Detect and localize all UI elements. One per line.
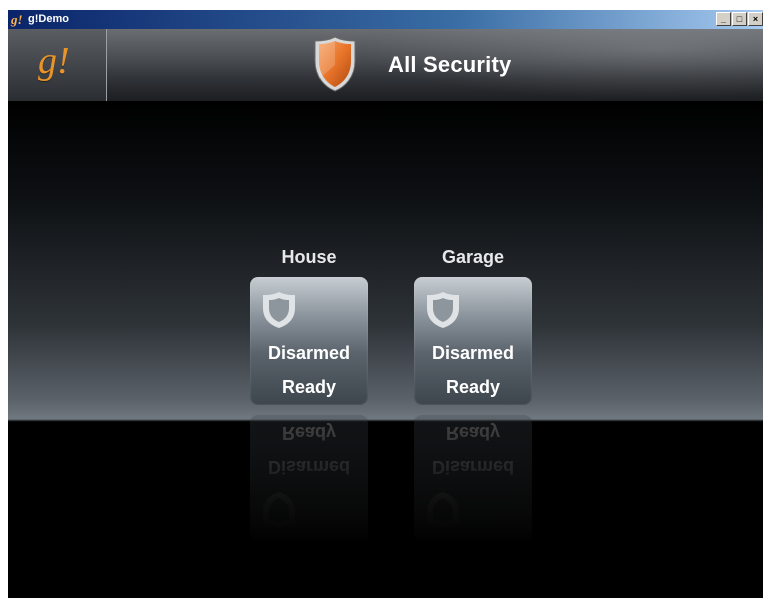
page-title: All Security — [388, 52, 512, 77]
window-controls: _ □ × — [716, 12, 763, 26]
maximize-icon: □ — [736, 14, 743, 24]
reflection-fade — [250, 415, 368, 543]
logo-button[interactable]: g! — [8, 29, 107, 101]
minimize-button[interactable]: _ — [716, 12, 731, 26]
shield-outline-icon — [263, 292, 295, 328]
panel-label-garage: Garage — [441, 247, 505, 267]
app-window: g! g!Demo _ □ × g! All Security House Di… — [8, 10, 763, 598]
app-icon: g! — [11, 12, 23, 27]
ready-state-text: Ready — [281, 377, 337, 397]
arm-state-text: Disarmed — [431, 343, 515, 363]
title-bar[interactable]: g! g!Demo _ □ × — [8, 10, 763, 29]
ready-state-text: Ready — [445, 377, 501, 397]
logo: g! — [38, 40, 70, 82]
panel-label-house: House — [281, 247, 337, 267]
maximize-button[interactable]: □ — [732, 12, 747, 26]
content-area: House Disarmed Ready Disarmed Ready Gara… — [8, 101, 763, 598]
shield-outline-icon — [427, 292, 459, 328]
window-title: g!Demo — [28, 13, 69, 25]
header-swoosh — [308, 29, 763, 101]
close-button[interactable]: × — [748, 12, 763, 26]
shield-icon — [314, 36, 356, 92]
header-bar: g! All Security — [8, 29, 763, 101]
minimize-icon: _ — [720, 14, 726, 24]
security-panel-garage[interactable]: Disarmed Ready — [414, 277, 532, 405]
reflection-fade — [414, 415, 532, 543]
close-icon: × — [752, 14, 759, 24]
arm-state-text: Disarmed — [267, 343, 351, 363]
security-panel-house[interactable]: Disarmed Ready — [250, 277, 368, 405]
